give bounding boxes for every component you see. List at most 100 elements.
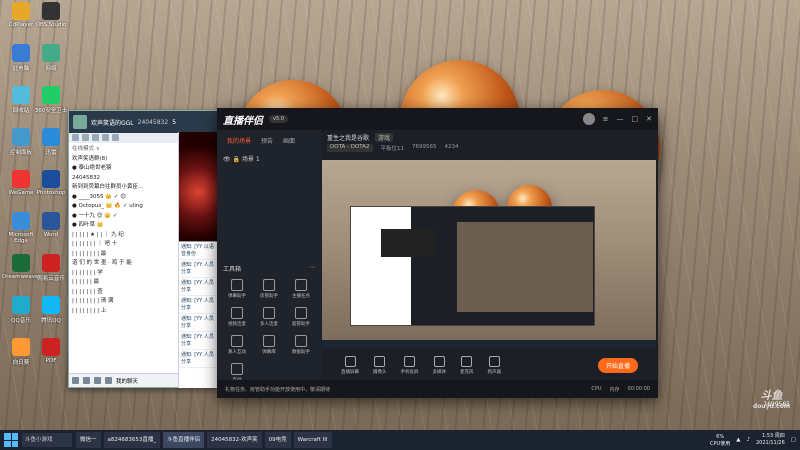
- group-avatar: [73, 115, 87, 129]
- network-icon[interactable]: ▲: [736, 437, 740, 443]
- desktop-icon[interactable]: PDF: [32, 338, 70, 364]
- tool-icon: [231, 335, 243, 347]
- source-icon: [374, 355, 386, 367]
- chat-message: 通知: [YY 人员分享: [179, 350, 218, 368]
- desktop-icon-label: Photoshop: [36, 190, 66, 196]
- tool-icon: [263, 307, 275, 319]
- source-button[interactable]: 多媒体: [433, 355, 446, 375]
- tab-0[interactable]: 我的场景: [227, 136, 251, 145]
- user-avatar[interactable]: [582, 113, 595, 125]
- maximize-icon[interactable]: □: [632, 115, 639, 123]
- app-icon: [12, 338, 30, 356]
- voice-icon[interactable]: [72, 134, 79, 141]
- menu-icon[interactable]: ≡: [603, 115, 609, 123]
- tab-1[interactable]: 预告: [261, 136, 273, 145]
- image-icon[interactable]: [105, 377, 112, 384]
- source-icon: [488, 355, 500, 367]
- clock-time[interactable]: 1:53 周四: [756, 433, 785, 440]
- tool-button[interactable]: 真人互动: [221, 335, 253, 355]
- app-icon: [12, 44, 30, 62]
- stream-statusbar: 礼物任务、房管助手功能开放使用中，敬请期待 CPU 内存 00:00:00: [217, 380, 658, 398]
- room-title[interactable]: 重生之我是谷歌: [327, 133, 369, 142]
- desktop-icon[interactable]: Word: [32, 212, 70, 238]
- tool-button[interactable]: 房管助手: [253, 279, 285, 299]
- desktop-icon-label: 网络: [45, 66, 57, 72]
- app-icon: [42, 128, 60, 146]
- cpu-usage: 6% CPU使用: [710, 433, 731, 447]
- folder-icon[interactable]: [94, 377, 101, 384]
- stream-preview[interactable]: [322, 160, 656, 348]
- share-icon[interactable]: [92, 134, 99, 141]
- scissors-icon[interactable]: [83, 377, 90, 384]
- taskbar-app[interactable]: 斗鱼直播伴侣: [163, 432, 205, 448]
- desktop-icon-label: 360安全卫士: [34, 108, 68, 114]
- windows-start-icon[interactable]: [4, 433, 18, 447]
- more-icon[interactable]: ⋯: [309, 264, 315, 273]
- minimize-icon[interactable]: —: [617, 115, 624, 123]
- tool-label: 主播任务: [292, 294, 310, 299]
- taskbar-app[interactable]: 24045832-欢声笑: [207, 432, 262, 448]
- nested-sidebar: [381, 229, 436, 257]
- streaming-app-window[interactable]: 直播伴侣 v5.0 ≡ — □ ✕ 我的场景 预告 画面 👁 🔒 场景 1 工具箱 ⋯…: [217, 108, 658, 398]
- source-button[interactable]: 直播屏幕: [341, 355, 359, 375]
- tool-label: 真人互动: [228, 350, 246, 355]
- category-select[interactable]: DOTA - DOTA2: [327, 144, 373, 152]
- taskbar-app[interactable]: 微信一: [76, 432, 101, 448]
- app-icon: [42, 212, 60, 230]
- preview-nested-window: [350, 206, 595, 326]
- emoji-icon[interactable]: [72, 377, 79, 384]
- tool-button[interactable]: 弹幕库: [253, 335, 285, 355]
- desktop-icon[interactable]: 360安全卫士: [32, 86, 70, 114]
- room-tag[interactable]: 游戏: [375, 133, 394, 142]
- source-button[interactable]: 扬声器: [488, 355, 501, 375]
- desktop-icon[interactable]: 腾讯QQ: [32, 296, 70, 324]
- qq-titlebar: 欢声笑语的GGL 24045832 5: [69, 111, 217, 133]
- tool-button[interactable]: 多人连麦: [253, 307, 285, 327]
- taskbar-app[interactable]: a824683653直播_: [103, 432, 161, 448]
- tool-button[interactable]: 超管助手: [285, 307, 317, 327]
- desktop-icon-label: 腾讯QQ: [41, 318, 61, 324]
- chat-image-preview: [179, 132, 218, 242]
- tool-label: 房管助手: [260, 294, 278, 299]
- source-icon: [404, 355, 415, 367]
- desktop-icon[interactable]: Photoshop: [32, 170, 70, 196]
- tool-button[interactable]: 数据助手: [285, 335, 317, 355]
- desktop-icon[interactable]: OBS Studio: [32, 2, 70, 28]
- stream-titlebar: 直播伴侣 v5.0 ≡ — □ ✕: [217, 108, 658, 130]
- chat-bottom-label: 我的聊天: [116, 378, 139, 385]
- video-icon[interactable]: [82, 134, 89, 141]
- clock-date[interactable]: 2021/11/26: [756, 440, 785, 447]
- tab-2[interactable]: 画面: [283, 136, 295, 145]
- desktop-icon[interactable]: 网络: [32, 44, 70, 72]
- start-live-button[interactable]: 开始直播: [597, 357, 638, 373]
- chat-message-panel: 通知: [YY 以语音身份 通知: [YY 人员分享 通知: [YY 人员分享 通知:…: [178, 132, 218, 388]
- taskbar-app[interactable]: Warcraft III: [293, 432, 332, 448]
- desktop-icon-label: 网易云音乐: [37, 276, 65, 282]
- source-button[interactable]: 手机投屏: [401, 355, 419, 375]
- app-icon: [42, 86, 60, 104]
- chat-message: 通知: [YY 人员分享: [179, 296, 218, 314]
- close-icon[interactable]: ✕: [646, 115, 652, 123]
- room-stat: 4234: [444, 144, 459, 150]
- notification-icon[interactable]: ▢: [791, 437, 796, 443]
- tool-button[interactable]: 视频连麦: [221, 307, 253, 327]
- source-button[interactable]: 麦克风: [460, 355, 474, 375]
- tool-button[interactable]: 弹幕助手: [221, 279, 253, 299]
- taskbar-search[interactable]: 斗鱼小游戏: [22, 433, 72, 447]
- desktop-icon[interactable]: 迅雷: [32, 128, 70, 156]
- app-icon: [42, 338, 60, 356]
- scene-item[interactable]: 👁 🔒 场景 1: [217, 151, 321, 166]
- tool-button[interactable]: 主播任务: [285, 279, 317, 299]
- volume-icon[interactable]: ♪: [746, 437, 750, 443]
- source-button[interactable]: 摄像头: [373, 355, 387, 375]
- tool-icon: [231, 363, 243, 375]
- app-icon: [42, 2, 60, 20]
- taskbar-app[interactable]: 09电竞: [264, 432, 291, 448]
- app-icon: [12, 170, 30, 188]
- desktop-icon[interactable]: 网易云音乐: [32, 254, 70, 282]
- chat-message: 通知: [YY 以语音身份: [179, 242, 218, 260]
- tool-label: 视频连麦: [228, 322, 246, 327]
- file-icon[interactable]: [102, 134, 109, 141]
- chat-message: 通知: [YY 人员分享: [179, 332, 218, 350]
- more-icon[interactable]: [112, 134, 119, 141]
